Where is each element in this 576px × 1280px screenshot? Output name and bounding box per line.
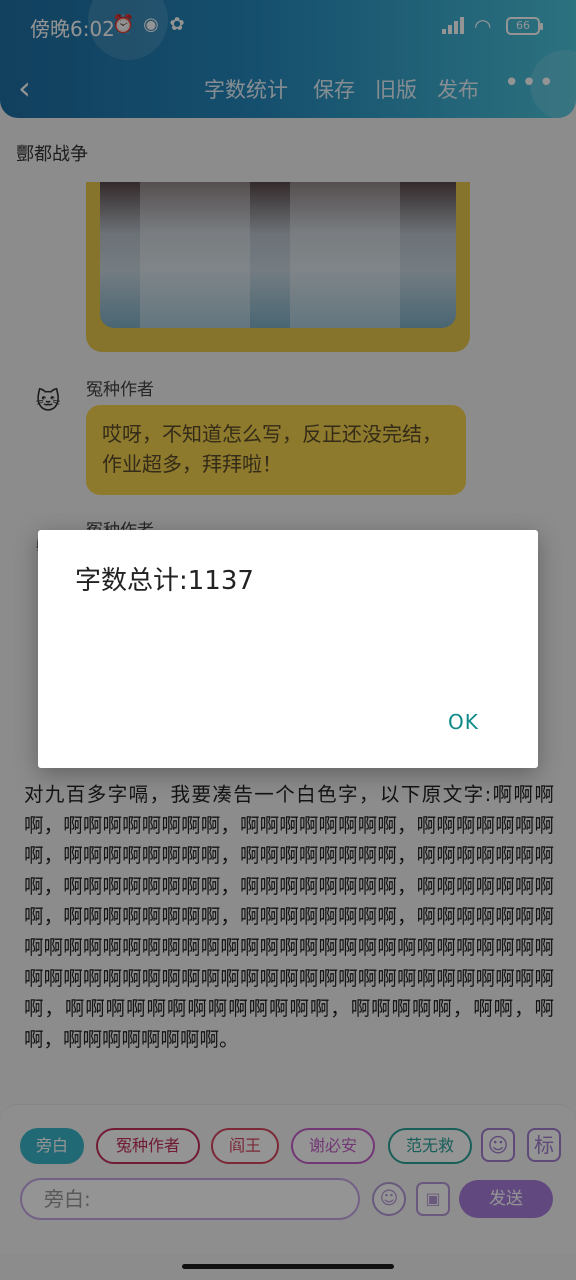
home-indicator[interactable] — [182, 1264, 394, 1269]
ok-button[interactable]: OK — [448, 710, 479, 734]
word-count-dialog: 字数总计:1137 OK — [38, 530, 538, 768]
dialog-message: 字数总计:1137 — [75, 566, 254, 596]
